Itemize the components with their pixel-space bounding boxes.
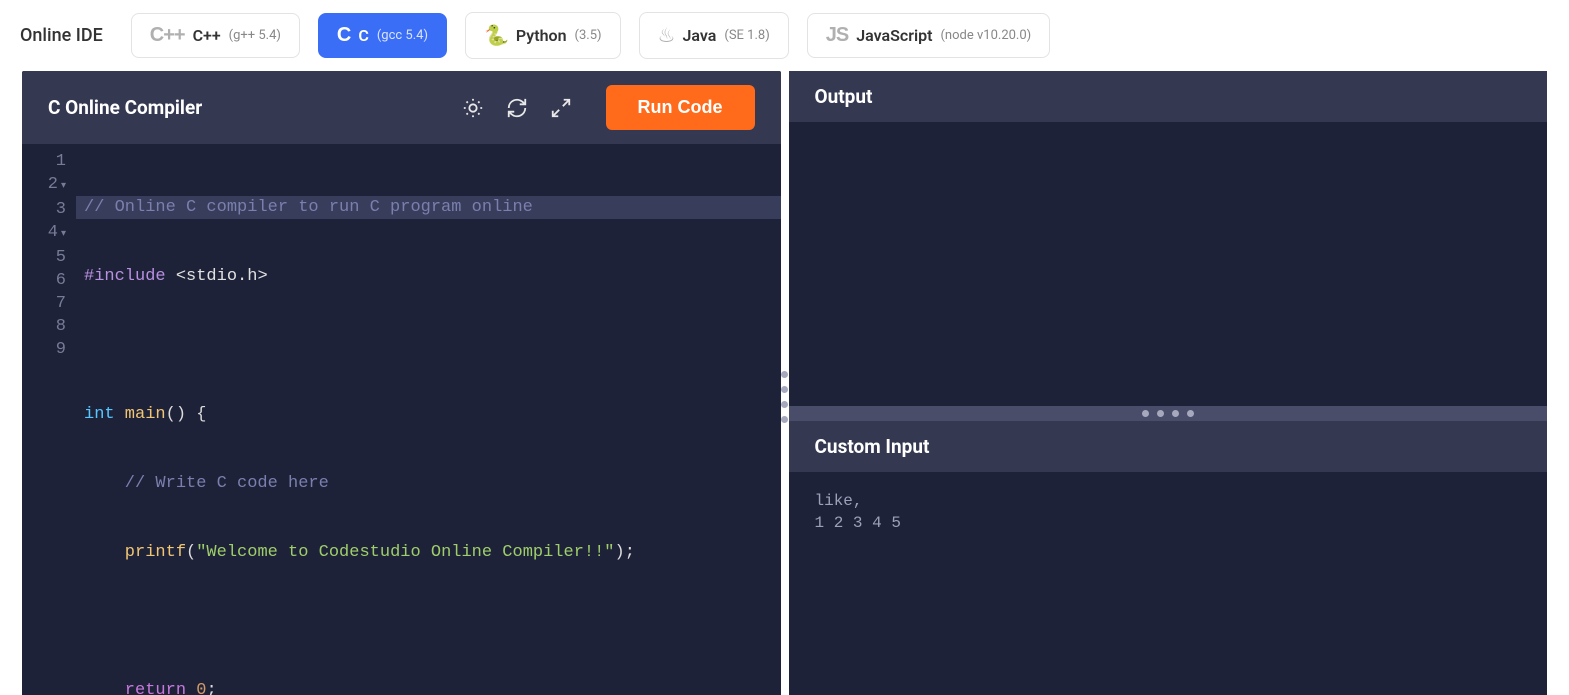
lang-version: (node v10.20.0) [940, 28, 1031, 43]
output-body [789, 122, 1548, 406]
code-token: ); [615, 543, 635, 562]
line-number: 9 [28, 338, 66, 361]
code-token: ( [186, 543, 196, 562]
js-icon: JS [826, 24, 848, 47]
output-title: Output [789, 71, 1548, 122]
code-token: #include [84, 267, 166, 286]
right-panel: Output Custom Input like, 1 2 3 4 5 [789, 71, 1548, 695]
horizontal-splitter[interactable] [789, 406, 1548, 422]
lang-version: (3.5) [575, 28, 602, 43]
custom-input-panel: Custom Input like, 1 2 3 4 5 [789, 421, 1548, 695]
fullscreen-icon[interactable] [548, 95, 574, 121]
cpp-icon: C++ [150, 24, 185, 47]
lang-name: Python [516, 26, 567, 45]
lang-tab-java[interactable]: ♨ Java (SE 1.8) [639, 12, 789, 59]
code-lines[interactable]: // Online C compiler to run C program on… [76, 144, 781, 695]
editor-panel: C Online Compiler Run Code 1 2 3 4 5 6 7 [22, 71, 781, 695]
code-token: printf [84, 543, 186, 562]
editor-title: C Online Compiler [48, 96, 442, 119]
line-number: 6 [28, 269, 66, 292]
code-token: "Welcome to Codestudio Online Compiler!!… [196, 543, 614, 562]
line-number: 7 [28, 292, 66, 315]
theme-toggle-icon[interactable] [460, 95, 486, 121]
lang-name: JavaScript [856, 26, 932, 45]
ide-container: C Online Compiler Run Code 1 2 3 4 5 6 7 [0, 71, 1569, 695]
code-token: return [84, 681, 186, 695]
line-number: 4 [28, 221, 66, 246]
java-icon: ♨ [658, 23, 675, 48]
lang-version: (g++ 5.4) [229, 28, 281, 43]
top-bar: Online IDE C++ C++ (g++ 5.4) C C (gcc 5.… [0, 0, 1569, 71]
python-icon: 🐍 [484, 23, 508, 48]
reset-icon[interactable] [504, 95, 530, 121]
custom-input-title: Custom Input [789, 421, 1548, 472]
output-panel: Output [789, 71, 1548, 406]
code-token: // Write C code here [84, 474, 329, 493]
code-token: () { [166, 405, 207, 424]
code-token: <stdio.h> [166, 267, 268, 286]
lang-tab-javascript[interactable]: JS JavaScript (node v10.20.0) [807, 13, 1050, 58]
line-number: 2 [28, 173, 66, 198]
run-button[interactable]: Run Code [606, 85, 755, 130]
lang-tab-cpp[interactable]: C++ C++ (g++ 5.4) [131, 13, 300, 58]
editor-header: C Online Compiler Run Code [22, 71, 781, 144]
brand-title: Online IDE [20, 25, 103, 46]
code-token: int [84, 405, 115, 424]
lang-name: Java [682, 26, 716, 45]
code-token: // Online C compiler to run C program on… [84, 198, 533, 217]
vertical-splitter[interactable] [779, 371, 791, 423]
line-number: 1 [28, 150, 66, 173]
lang-name: C [358, 26, 368, 45]
c-icon: C [337, 24, 350, 47]
lang-name: C++ [193, 26, 221, 45]
lang-version: (SE 1.8) [724, 28, 769, 43]
code-token: main [115, 405, 166, 424]
line-number: 8 [28, 315, 66, 338]
line-number: 5 [28, 246, 66, 269]
custom-input-body[interactable]: like, 1 2 3 4 5 [789, 472, 1548, 695]
code-token: 0 [186, 681, 206, 695]
code-editor[interactable]: 1 2 3 4 5 6 7 8 9 // Online C compiler t… [22, 144, 781, 695]
lang-tab-python[interactable]: 🐍 Python (3.5) [465, 12, 621, 59]
line-gutter: 1 2 3 4 5 6 7 8 9 [22, 144, 76, 695]
line-number: 3 [28, 198, 66, 221]
lang-version: (gcc 5.4) [377, 28, 428, 43]
code-token: ; [206, 681, 216, 695]
lang-tab-c[interactable]: C C (gcc 5.4) [318, 13, 447, 58]
